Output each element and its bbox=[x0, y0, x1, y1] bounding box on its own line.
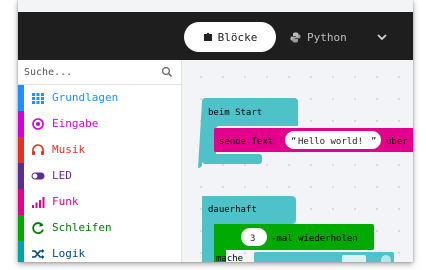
category-label: Schleifen bbox=[52, 221, 112, 234]
show-string-label: sende Text bbox=[219, 137, 273, 147]
category-label: Logik bbox=[52, 247, 86, 260]
search-icon[interactable] bbox=[161, 66, 173, 78]
category-color-bar bbox=[18, 189, 24, 215]
on-start-label: beim Start bbox=[208, 108, 262, 118]
signal-icon bbox=[32, 197, 45, 208]
category-musik[interactable]: Musik bbox=[18, 137, 181, 163]
category-eingabe[interactable]: Eingabe bbox=[18, 111, 181, 137]
puzzle-icon bbox=[203, 33, 212, 41]
category-color-bar bbox=[18, 85, 24, 111]
category-label: Eingabe bbox=[52, 117, 99, 130]
loop-icon bbox=[32, 222, 44, 234]
nested-block[interactable] bbox=[254, 252, 394, 262]
blocks-workspace[interactable]: beim Start sende Text “ Hello world! ” ü… bbox=[182, 60, 413, 262]
category-color-bar bbox=[18, 241, 24, 262]
category-schleifen[interactable]: Schleifen bbox=[18, 215, 181, 241]
repeat-block[interactable]: 3 -mal wiederholen mache bbox=[214, 224, 394, 262]
repeat-label: -mal wiederholen bbox=[271, 234, 358, 244]
show-string-block[interactable]: sende Text “ Hello world! ” über bbox=[214, 128, 413, 152]
category-color-bar bbox=[18, 163, 24, 189]
toggle-icon bbox=[31, 172, 45, 180]
category-funk[interactable]: Funk bbox=[18, 189, 181, 215]
toolbox-sidebar: Grundlagen Eingabe Musik bbox=[18, 60, 182, 262]
editor-window: Blöcke Python Suche... Grundlagen Eingab… bbox=[18, 0, 413, 262]
tab-python-label: Python bbox=[307, 30, 347, 44]
category-label: LED bbox=[52, 169, 72, 182]
category-led[interactable]: LED bbox=[18, 163, 181, 189]
forever-label: dauerhaft bbox=[208, 205, 257, 215]
quote-open: “ bbox=[291, 137, 296, 147]
python-icon bbox=[290, 32, 301, 42]
top-toolbar: Blöcke Python bbox=[18, 12, 413, 60]
editor-mode-toggle: Blöcke Python bbox=[184, 22, 413, 52]
category-color-bar bbox=[18, 137, 24, 163]
category-color-bar bbox=[18, 215, 24, 241]
chevron-down-icon[interactable] bbox=[374, 29, 390, 45]
tab-blocks-label: Blöcke bbox=[217, 30, 258, 44]
tab-python[interactable]: Python bbox=[290, 22, 347, 52]
search-input[interactable] bbox=[24, 64, 154, 80]
quote-close: ” bbox=[371, 137, 376, 147]
do-label: mache bbox=[216, 254, 243, 262]
show-string-tail: über bbox=[386, 137, 408, 147]
category-label: Musik bbox=[52, 143, 86, 156]
string-value: Hello world! bbox=[298, 137, 363, 147]
toolbox-search bbox=[18, 60, 181, 85]
target-icon bbox=[32, 118, 44, 130]
grid-icon bbox=[32, 93, 44, 104]
category-logik[interactable]: Logik bbox=[18, 241, 181, 262]
category-grundlagen[interactable]: Grundlagen bbox=[18, 85, 181, 111]
headphones-icon bbox=[32, 144, 44, 155]
nested-block-field[interactable] bbox=[342, 255, 366, 262]
shuffle-icon bbox=[32, 249, 45, 259]
category-label: Grundlagen bbox=[52, 91, 119, 104]
category-label: Funk bbox=[52, 195, 79, 208]
repeat-count: 3 bbox=[250, 234, 255, 244]
workspace-canvas: beim Start sende Text “ Hello world! ” ü… bbox=[198, 98, 413, 262]
tab-blocks[interactable]: Blöcke bbox=[184, 22, 276, 52]
category-color-bar bbox=[18, 111, 24, 137]
